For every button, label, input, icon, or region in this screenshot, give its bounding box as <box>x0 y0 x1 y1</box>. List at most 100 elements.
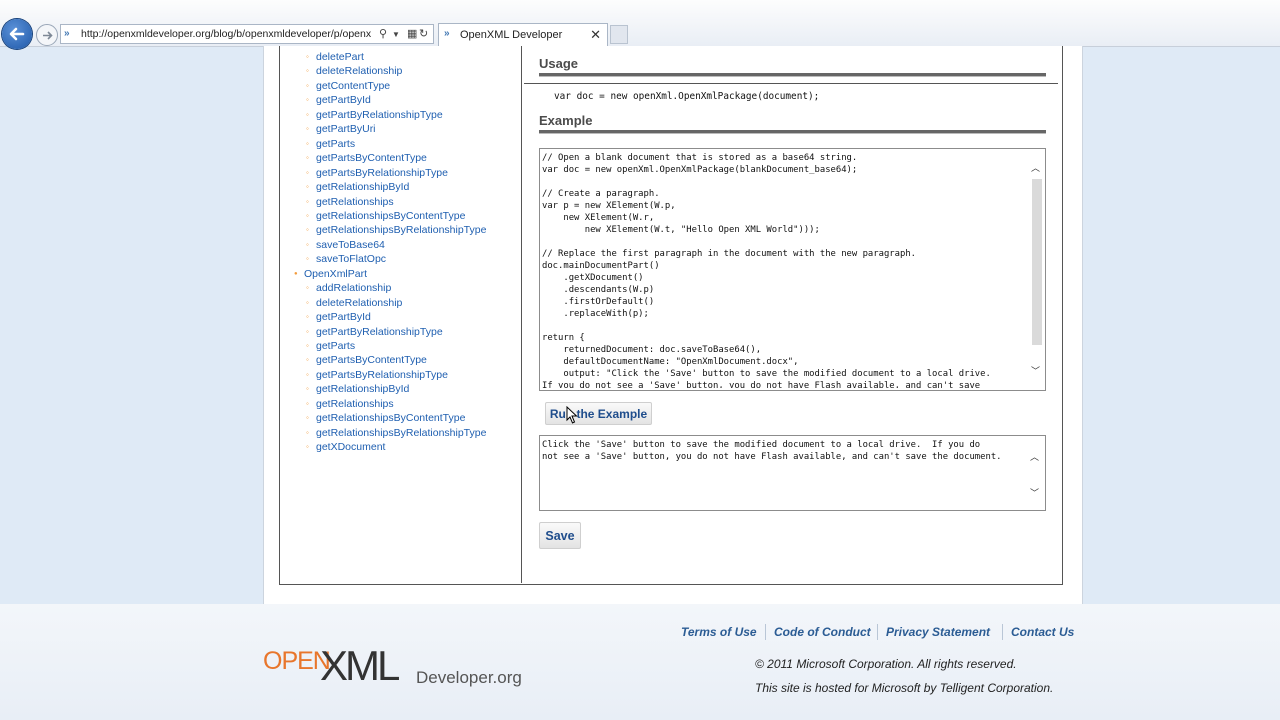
nav-item-label: getParts <box>316 340 356 352</box>
nav-item-label: getPartsByRelationshipType <box>316 368 448 381</box>
chevron-down-icon[interactable]: ﹀ <box>1030 486 1039 499</box>
nav-item-label: getPartById <box>316 311 371 324</box>
nav-item-label: getRelationships <box>316 195 394 208</box>
nav-item-label: getRelationshipById <box>316 383 410 396</box>
arrow-right-icon <box>42 30 53 40</box>
nav-item[interactable]: ◦ getRelationshipsByRelationshipType <box>306 427 486 439</box>
chevron-up-icon[interactable]: ︿ <box>1031 161 1040 174</box>
nav-item[interactable]: ◦ getRelationshipById <box>306 383 410 396</box>
footer <box>0 604 1280 720</box>
footer-divider <box>765 624 766 640</box>
logo-xml-text: XML <box>320 642 400 689</box>
nav-item[interactable]: ◦ getRelationships <box>306 397 394 410</box>
compatibility-icon[interactable]: ▦ <box>407 27 417 40</box>
nav-item[interactable]: ◦ getRelationshipsByRelationshipType <box>306 224 487 237</box>
nav-section-item[interactable]: ● OpenXmlPart <box>294 267 368 280</box>
nav-item[interactable]: ◦ getRelationshipById <box>306 181 409 193</box>
contact-us-link[interactable]: Contact Us <box>1011 625 1074 639</box>
dropdown-icon[interactable]: ▼ <box>392 30 400 39</box>
nav-item-label: getPartsByRelationshipType <box>316 166 448 179</box>
run-example-button[interactable]: Run the Example <box>545 402 652 425</box>
bullet-icon: ◦ <box>306 297 309 307</box>
nav-item-label: getPartByUri <box>316 123 376 136</box>
footer-divider <box>877 624 878 640</box>
nav-item[interactable]: ◦ addRelationship <box>306 282 392 295</box>
tab-title: OpenXML Developer <box>460 29 563 41</box>
bullet-icon: ◦ <box>306 398 309 408</box>
bullet-icon: ◦ <box>306 384 309 394</box>
nav-item[interactable]: ◦ getPartsByRelationshipType <box>306 368 448 381</box>
nav-item[interactable]: ◦ getPartById <box>306 94 371 106</box>
nav-item[interactable]: ◦ deleteRelationship <box>306 297 402 309</box>
bullet-icon: ◦ <box>306 167 309 177</box>
bullet-icon: ◦ <box>306 80 309 90</box>
code-of-conduct-link[interactable]: Code of Conduct <box>774 625 871 639</box>
bullet-icon: ◦ <box>306 341 309 350</box>
output-text[interactable]: Click the 'Save' button to save the modi… <box>542 439 1028 509</box>
code-scrollbar[interactable]: ︿ ﹀ <box>1029 149 1045 390</box>
terms-of-use-link[interactable]: Terms of Use <box>681 625 757 639</box>
close-icon[interactable]: ✕ <box>590 27 601 43</box>
bullet-icon: ◦ <box>306 138 309 148</box>
chevron-up-icon[interactable]: ︿ <box>1030 450 1039 463</box>
browser-toolbar: » http://openxmldeveloper.org/blog/b/ope… <box>0 0 1280 49</box>
usage-divider <box>539 73 1046 77</box>
scrollbar-thumb[interactable] <box>1032 179 1042 345</box>
nav-item-label: getRelationshipsByRelationshipType <box>316 224 487 237</box>
nav-item-label: addRelationship <box>316 282 392 295</box>
new-tab-button[interactable] <box>610 25 628 44</box>
search-icon[interactable]: ⚲ <box>379 27 387 40</box>
nav-item[interactable]: ◦ getParts <box>306 340 356 352</box>
nav-item[interactable]: ◦ getXDocument <box>306 441 385 453</box>
nav-item[interactable]: ◦ getPartByRelationshipType <box>306 109 443 121</box>
mouse-cursor-icon <box>566 406 578 424</box>
back-button[interactable] <box>2 19 32 49</box>
save-button[interactable]: Save <box>539 522 581 549</box>
bullet-icon: ◦ <box>306 283 309 293</box>
refresh-icon[interactable]: ↻ <box>419 27 428 40</box>
nav-item[interactable]: ◦ getRelationshipsByContentType <box>306 209 466 222</box>
usage-code: var doc = new openXml.OpenXmlPackage(doc… <box>554 91 820 102</box>
nav-item[interactable]: ◦ getPartsByContentType <box>306 354 427 366</box>
privacy-statement-link[interactable]: Privacy Statement <box>886 625 990 639</box>
chevron-down-icon[interactable]: ﹀ <box>1031 364 1040 377</box>
nav-item[interactable]: ◦ getPartById <box>306 311 371 324</box>
nav-item-label: deletePart <box>316 51 364 63</box>
openxml-developer-logo[interactable]: OPEN XML Developer.org <box>263 642 533 692</box>
nav-item[interactable]: ◦ getRelationships <box>306 195 394 208</box>
nav-item-label: getParts <box>316 137 356 150</box>
nav-item-label: OpenXmlPart <box>304 267 368 280</box>
nav-item[interactable]: ◦ getPartByUri <box>306 123 376 136</box>
nav-item-label: getPartsByContentType <box>316 152 427 165</box>
nav-item[interactable]: ◦ getPartsByRelationshipType <box>306 166 448 179</box>
tab-openxml-developer[interactable]: » OpenXML Developer ✕ <box>438 23 608 46</box>
example-heading: Example <box>539 113 593 128</box>
bullet-icon: ◦ <box>306 182 309 192</box>
bullet-icon: ◦ <box>306 210 309 220</box>
nav-item[interactable]: ◦ getPartByRelationshipType <box>306 325 443 338</box>
nav-item[interactable]: ◦ saveToBase64 <box>306 239 385 251</box>
nav-item[interactable]: ◦ deleteRelationship <box>306 65 402 77</box>
nav-item[interactable]: ◦ saveToFlatOpc <box>306 253 387 266</box>
bullet-icon: ◦ <box>306 427 309 437</box>
copyright-text: © 2011 Microsoft Corporation. All rights… <box>755 657 1017 671</box>
address-bar[interactable]: » http://openxmldeveloper.org/blog/b/ope… <box>60 24 434 44</box>
nav-item-label: getPartByRelationshipType <box>316 325 443 338</box>
forward-button[interactable] <box>36 24 58 46</box>
nav-item-label: getRelationships <box>316 397 394 410</box>
nav-item[interactable]: ◦ getPartsByContentType <box>306 152 427 165</box>
example-code[interactable]: // Open a blank document that is stored … <box>542 152 1028 388</box>
bullet-icon: ◦ <box>306 369 309 379</box>
nav-item-label: getRelationshipsByContentType <box>316 412 466 425</box>
bullet-icon: ◦ <box>306 109 309 119</box>
nav-item[interactable]: ◦ deletePart <box>306 51 364 63</box>
nav-item-label: getRelationshipsByContentType <box>316 209 466 222</box>
example-code-editor[interactable]: // Open a blank document that is stored … <box>539 148 1046 391</box>
nav-item-label: saveToFlatOpc <box>316 253 387 266</box>
nav-item[interactable]: ◦ getRelationshipsByContentType <box>306 412 466 425</box>
output-textarea[interactable]: Click the 'Save' button to save the modi… <box>539 435 1046 511</box>
nav-item[interactable]: ◦ getContentType <box>306 80 390 92</box>
usage-heading: Usage <box>539 56 579 71</box>
address-url[interactable]: http://openxmldeveloper.org/blog/b/openx… <box>81 28 377 40</box>
nav-item[interactable]: ◦ getParts <box>306 137 356 150</box>
